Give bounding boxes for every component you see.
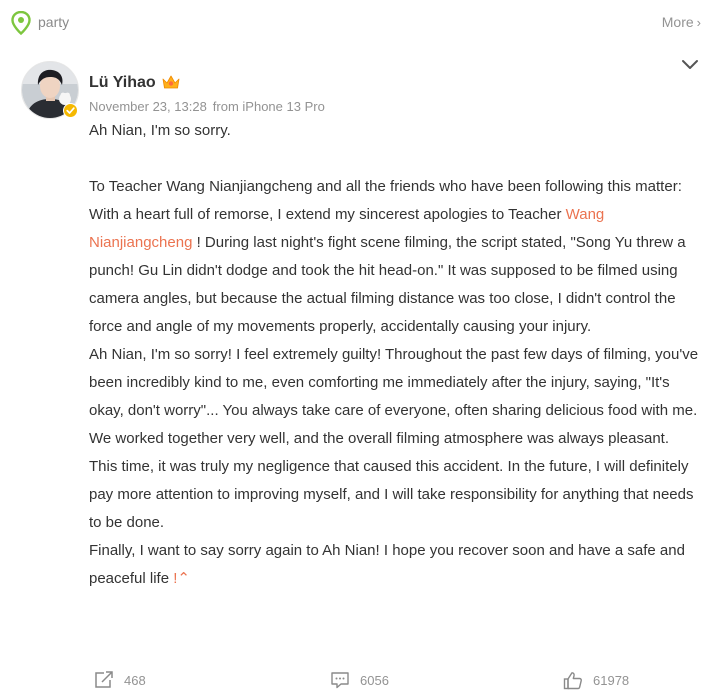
repost-button[interactable]: 468 — [94, 666, 146, 694]
collapse-text-button[interactable]: !⌃ — [173, 570, 190, 587]
chevron-right-icon: › — [696, 15, 701, 30]
comment-count: 6056 — [360, 672, 389, 688]
location-pin-icon — [11, 11, 31, 35]
like-button[interactable]: 61978 — [563, 666, 629, 694]
comment-button[interactable]: 6056 — [330, 666, 389, 694]
post-timestamp[interactable]: November 23, 13:28 — [89, 99, 207, 114]
like-count: 61978 — [593, 672, 630, 688]
topic-label[interactable]: party — [38, 14, 69, 30]
post-text: Ah Nian, I'm so sorry. To Teacher Wang N… — [89, 117, 699, 593]
repost-count: 468 — [124, 672, 146, 688]
feed-header: party More › — [0, 0, 715, 46]
action-bar: 468 6056 61978 — [0, 666, 715, 694]
author-name[interactable]: Lü Yihao — [89, 74, 156, 92]
more-link[interactable]: More › — [662, 14, 701, 30]
thumbs-up-icon — [563, 671, 582, 689]
paragraph: Ah Nian, I'm so sorry. — [89, 122, 231, 139]
post-source: from iPhone 13 Pro — [212, 99, 325, 114]
paragraph: To Teacher Wang Nianjiangcheng and all t… — [89, 178, 682, 195]
paragraph-text: With a heart full of remorse, I extend m… — [89, 206, 566, 223]
more-label: More — [661, 14, 694, 30]
comment-icon — [331, 672, 349, 689]
crown-badge-icon[interactable] — [160, 72, 182, 92]
avatar[interactable] — [21, 61, 79, 119]
chevron-down-icon[interactable] — [680, 57, 700, 73]
paragraph: Ah Nian, I'm so sorry! I feel extremely … — [89, 346, 699, 531]
paragraph: With a heart full of remorse, I extend m… — [89, 201, 699, 341]
verified-badge-icon — [63, 103, 78, 118]
paragraph: Finally, I want to say sorry again to Ah… — [89, 537, 699, 593]
post-meta: November 23, 13:28 from iPhone 13 Pro — [89, 99, 325, 114]
share-arrow-icon — [95, 671, 113, 688]
